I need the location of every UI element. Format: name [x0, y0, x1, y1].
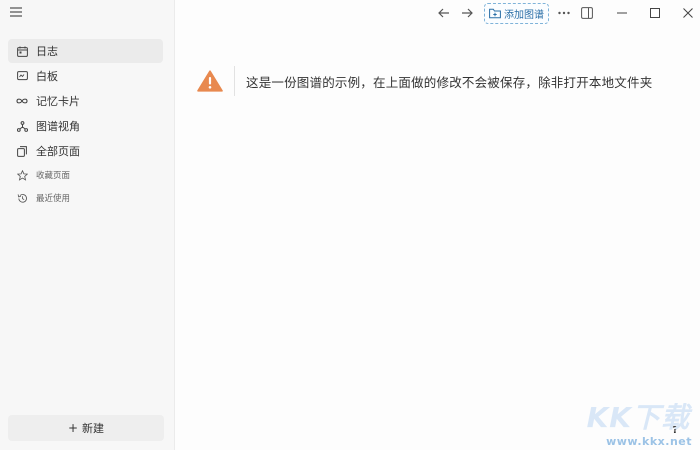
demo-graph-notice: 这是一份图谱的示例，在上面做的修改不会被保存，除非打开本地文件夹	[197, 66, 652, 96]
sidebar-item-label: 全部页面	[36, 145, 80, 158]
sidebar-nav: 日志 白板 记忆卡片 图谱视角 全部页面 收藏页面 最近使用	[8, 39, 163, 210]
left-sidebar: 日志 白板 记忆卡片 图谱视角 全部页面 收藏页面 最近使用 + 新建	[0, 0, 175, 450]
notice-divider	[234, 66, 235, 96]
watermark-brand: KK下载	[586, 401, 690, 434]
graph-icon	[16, 120, 28, 132]
sidebar-toggle-icon[interactable]	[579, 5, 595, 21]
sidebar-item-label: 日志	[36, 45, 58, 58]
star-icon	[16, 169, 28, 181]
whiteboard-icon	[16, 70, 28, 82]
sidebar-item-label: 图谱视角	[36, 120, 80, 133]
sidebar-item-label: 记忆卡片	[36, 95, 80, 108]
watermark-url: www.kkx.net	[606, 435, 692, 448]
sidebar-item-graph-view[interactable]: 图谱视角	[8, 114, 163, 138]
more-icon[interactable]	[556, 5, 572, 21]
notice-text: 这是一份图谱的示例，在上面做的修改不会被保存，除非打开本地文件夹	[246, 74, 653, 90]
watermark-logo: KK下载 www.kkx.net	[571, 396, 696, 448]
back-arrow-icon[interactable]	[436, 5, 452, 21]
main-content: 添加图谱 这是一份图谱的示例，在上面做的修改不会被保存，除非打开本地文件夹 ?	[175, 0, 700, 450]
sidebar-item-favorites[interactable]: 收藏页面	[8, 164, 163, 186]
sidebar-item-journals[interactable]: 日志	[8, 39, 163, 63]
new-page-button[interactable]: + 新建	[8, 415, 164, 441]
sidebar-item-label: 白板	[36, 70, 58, 83]
app-window: 日志 白板 记忆卡片 图谱视角 全部页面 收藏页面 最近使用 + 新建 添加图谱…	[0, 0, 700, 450]
sidebar-item-label: 收藏页面	[36, 171, 71, 181]
sidebar-item-label: 最近使用	[36, 194, 71, 204]
warning-icon	[197, 70, 223, 92]
sidebar-item-flashcards[interactable]: 记忆卡片	[8, 89, 163, 113]
pages-icon	[16, 145, 28, 157]
maximize-icon[interactable]	[647, 5, 663, 21]
folder-plus-icon	[489, 8, 501, 19]
add-graph-label: 添加图谱	[504, 10, 544, 21]
plus-icon: +	[67, 421, 79, 435]
forward-arrow-icon[interactable]	[459, 5, 475, 21]
menu-icon[interactable]	[8, 5, 24, 19]
infinity-icon	[16, 95, 28, 107]
history-icon	[16, 192, 28, 204]
close-icon[interactable]	[680, 5, 696, 21]
add-graph-button[interactable]: 添加图谱	[484, 3, 549, 24]
minimize-icon[interactable]	[614, 5, 630, 21]
top-toolbar: 添加图谱	[175, 2, 700, 24]
sidebar-item-whiteboard[interactable]: 白板	[8, 64, 163, 88]
sidebar-item-all-pages[interactable]: 全部页面	[8, 139, 163, 163]
new-page-label: 新建	[82, 422, 105, 435]
calendar-icon	[16, 45, 28, 57]
sidebar-item-recent[interactable]: 最近使用	[8, 187, 163, 209]
